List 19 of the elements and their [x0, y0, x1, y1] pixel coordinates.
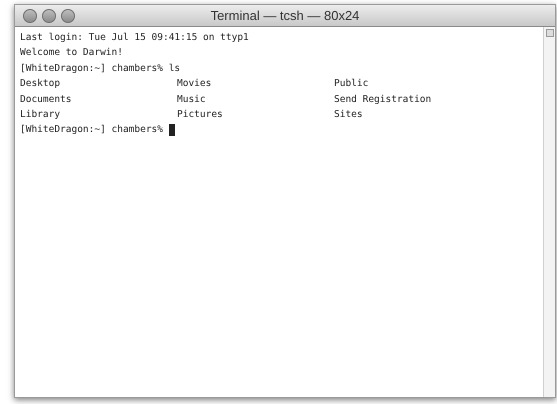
output-line: Last login: Tue Jul 15 09:41:15 on ttyp1: [20, 31, 249, 45]
output-line: [WhiteDragon:~] chambers% ls: [20, 62, 180, 76]
file-name: Public: [334, 77, 370, 92]
file-name: Documents: [20, 92, 72, 107]
file-name: Desktop: [20, 77, 62, 92]
split-pane-icon[interactable]: [546, 29, 554, 37]
file-name: Music: [177, 92, 207, 107]
zoom-button[interactable]: [61, 8, 75, 22]
close-button[interactable]: [23, 8, 37, 22]
file-name: Library: [20, 108, 62, 122]
minimize-button[interactable]: [42, 8, 56, 22]
file-name: Movies: [177, 77, 212, 92]
file-name: Send Registration: [334, 92, 432, 107]
window-title: Terminal — tcsh — 80x24: [210, 6, 360, 25]
file-name: Pictures: [177, 108, 224, 122]
scrollbar[interactable]: [543, 27, 555, 397]
output-line: Welcome to Darwin!: [20, 46, 123, 60]
file-name: Sites: [334, 108, 364, 122]
prompt-line: [WhiteDragon:~] chambers%: [20, 123, 163, 138]
